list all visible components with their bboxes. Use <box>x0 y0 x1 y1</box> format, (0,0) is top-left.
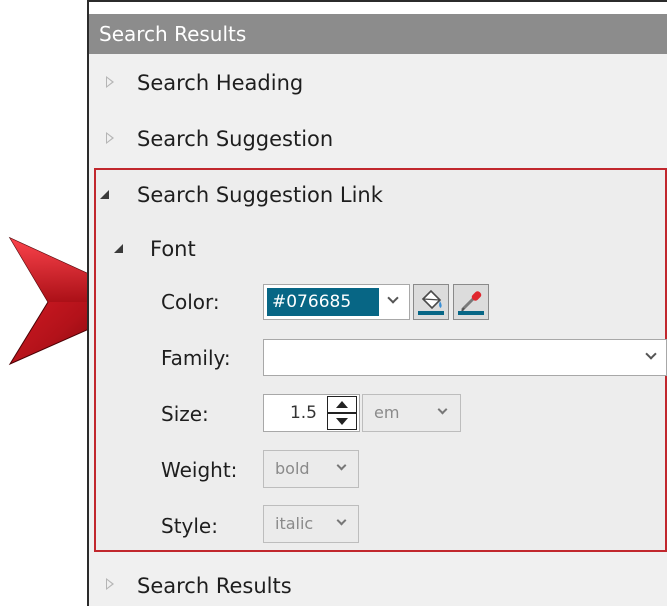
chevron-down-icon[interactable] <box>437 404 448 415</box>
size-label: Size: <box>161 402 209 426</box>
tree-item-search-suggestion-link[interactable]: Search Suggestion Link <box>137 180 383 210</box>
family-label: Family: <box>161 346 231 370</box>
color-value: #076685 <box>267 288 379 316</box>
spin-up-button[interactable] <box>327 396 357 413</box>
expand-triangle-icon[interactable] <box>106 76 114 88</box>
tree-item-search-suggestion[interactable]: Search Suggestion <box>137 124 333 154</box>
chevron-down-icon[interactable] <box>645 348 657 360</box>
spin-down-button[interactable] <box>327 413 357 430</box>
size-input[interactable]: 1.5 <box>263 394 360 432</box>
chevron-down-icon[interactable] <box>336 460 347 471</box>
chevron-down-icon[interactable] <box>387 292 399 304</box>
expand-triangle-icon[interactable] <box>106 132 114 144</box>
panel-title: Search Results <box>89 14 667 54</box>
weight-label: Weight: <box>161 458 238 482</box>
size-unit-value: em <box>374 403 400 422</box>
tree-item-search-heading[interactable]: Search Heading <box>137 68 303 98</box>
expand-triangle-icon[interactable] <box>106 578 114 590</box>
size-value: 1.5 <box>289 403 317 423</box>
style-select[interactable]: italic <box>263 505 359 543</box>
fill-color-button[interactable] <box>413 284 449 320</box>
collapse-triangle-icon[interactable] <box>114 244 123 253</box>
style-value: italic <box>275 514 314 533</box>
eyedropper-swatch <box>458 311 484 315</box>
size-unit-select[interactable]: em <box>362 394 461 432</box>
weight-select[interactable]: bold <box>263 450 359 488</box>
family-select[interactable] <box>263 339 667 376</box>
chevron-down-icon[interactable] <box>336 515 347 526</box>
style-label: Style: <box>161 514 218 538</box>
tree-item-search-results[interactable]: Search Results <box>137 571 292 601</box>
eyedropper-button[interactable] <box>453 284 489 320</box>
color-label: Color: <box>161 290 220 314</box>
fill-color-swatch <box>418 311 444 315</box>
weight-value: bold <box>275 459 310 478</box>
collapse-triangle-icon[interactable] <box>100 190 109 199</box>
color-select[interactable]: #076685 <box>263 284 410 320</box>
tree-item-font[interactable]: Font <box>150 234 196 264</box>
